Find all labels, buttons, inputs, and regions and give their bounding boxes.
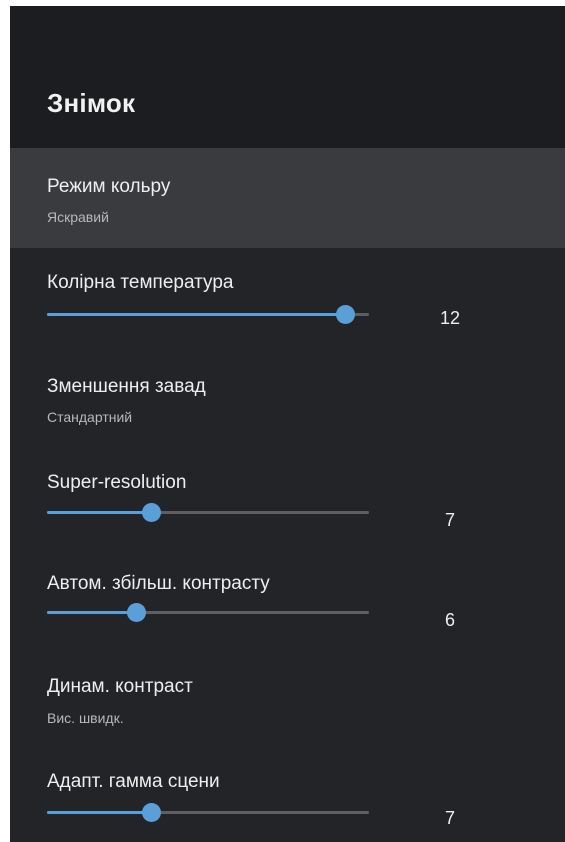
setting-label: Автом. збільш. контрасту xyxy=(47,573,270,594)
slider-value: 12 xyxy=(439,308,461,328)
slider-fill xyxy=(47,811,151,814)
slider-track[interactable] xyxy=(47,803,369,822)
picture-settings-panel: Знімок Режим кольру Яскравий Колірна тем… xyxy=(10,6,565,842)
setting-color-temperature[interactable]: Колірна температура 12 xyxy=(10,248,565,348)
setting-value: Яскравий xyxy=(47,209,109,225)
setting-label: Режим кольру xyxy=(47,176,171,197)
setting-label: Динам. контраст xyxy=(47,676,193,697)
slider-value: 7 xyxy=(444,510,455,530)
setting-dynamic-contrast[interactable]: Динам. контраст Вис. швидк. xyxy=(10,648,565,748)
setting-noise-reduction[interactable]: Зменшення завад Стандартний xyxy=(10,348,565,448)
slider-value: 7 xyxy=(444,808,455,828)
setting-adaptive-gamma[interactable]: Адапт. гамма сцени 7 xyxy=(10,748,565,842)
setting-label: Super-resolution xyxy=(47,472,187,493)
slider-thumb[interactable] xyxy=(336,305,355,324)
setting-label: Адапт. гамма сцени xyxy=(47,771,220,792)
setting-auto-contrast[interactable]: Автом. збільш. контрасту 6 xyxy=(10,548,565,648)
slider-fill xyxy=(47,511,151,514)
slider-track[interactable] xyxy=(47,603,369,622)
setting-label: Зменшення завад xyxy=(47,376,206,397)
slider-track[interactable] xyxy=(47,503,369,522)
setting-super-resolution[interactable]: Super-resolution 7 xyxy=(10,448,565,548)
setting-color-mode[interactable]: Режим кольру Яскравий xyxy=(10,148,565,248)
slider-value: 6 xyxy=(444,610,455,630)
slider-thumb[interactable] xyxy=(142,503,161,522)
slider-track[interactable] xyxy=(47,305,369,324)
setting-value: Стандартний xyxy=(47,409,133,425)
slider-thumb[interactable] xyxy=(127,603,146,622)
setting-value: Вис. швидк. xyxy=(47,710,124,726)
setting-label: Колірна температура xyxy=(47,272,234,293)
slider-fill xyxy=(47,611,136,614)
panel-header: Знімок xyxy=(10,6,565,148)
slider-thumb[interactable] xyxy=(142,803,161,822)
slider-fill xyxy=(47,313,345,316)
page-title: Знімок xyxy=(47,88,136,118)
